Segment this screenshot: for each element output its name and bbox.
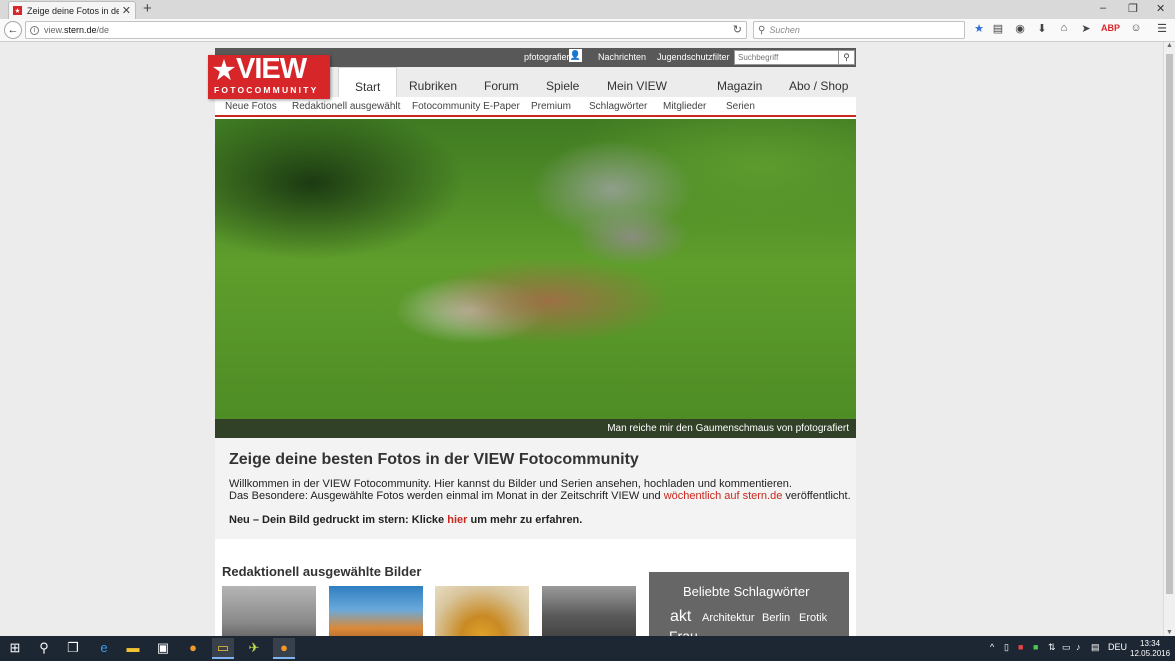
page-title: Zeige deine besten Fotos in der VIEW Fot…: [229, 451, 639, 468]
tag-cloud-title: Beliebte Schlagwörter: [683, 584, 810, 599]
taskbar: ⊞ ⚲ ❐ e ▬ ▣ ● ▭ ✈ ● ^ ▯ ■ ■ ⇅ ▭ ♪ ▤ DEU …: [0, 636, 1175, 661]
user-icon[interactable]: 👤: [569, 49, 582, 62]
browser-tab[interactable]: Zeige deine Fotos in der Vi... ✕: [8, 1, 136, 19]
tab-bar: Zeige deine Fotos in der Vi... ✕ + – ❐ ✕: [0, 0, 1175, 19]
tray-chevron-icon[interactable]: ^: [990, 642, 994, 652]
subnav-redaktionell[interactable]: Redaktionell ausgewählt: [292, 101, 400, 112]
bookmark-star-icon[interactable]: ★: [972, 22, 986, 35]
browser-search-input[interactable]: ⚲ Suchen: [753, 21, 965, 39]
nav-bar: ← i view.stern.de/de ↻ ⚲ Suchen ★ ▤ ◉ ⬇ …: [0, 19, 1175, 42]
folder-app-icon[interactable]: ▭: [212, 638, 234, 659]
account-icon[interactable]: ☺: [1129, 22, 1143, 34]
tag-frau[interactable]: Frau: [669, 628, 698, 636]
thumbnail-1[interactable]: [222, 586, 316, 636]
tag-cloud: Beliebte Schlagwörter akt Architektur Be…: [649, 572, 849, 636]
nav-abo-shop[interactable]: Abo / Shop: [789, 79, 848, 93]
send-icon[interactable]: ➤: [1079, 22, 1093, 35]
minimize-button[interactable]: –: [1100, 2, 1106, 14]
view-logo[interactable]: VIEW FOTOCOMMUNITY: [208, 53, 330, 99]
restore-button[interactable]: ❐: [1128, 2, 1138, 15]
status-icon[interactable]: ■: [1033, 642, 1038, 652]
info-icon[interactable]: i: [30, 25, 39, 35]
scroll-thumb[interactable]: [1166, 54, 1173, 594]
site-search: ⚲: [734, 50, 855, 65]
nav-rubriken[interactable]: Rubriken: [409, 79, 457, 93]
thumbnail-3[interactable]: [435, 586, 529, 636]
top-link-nachrichten[interactable]: Nachrichten: [598, 52, 646, 62]
tag-berlin[interactable]: Berlin: [762, 612, 790, 624]
url-bar[interactable]: i view.stern.de/de ↻: [25, 21, 747, 39]
tag-architektur[interactable]: Architektur: [702, 612, 755, 624]
home-icon[interactable]: ⌂: [1057, 22, 1071, 34]
volume-icon[interactable]: ♪: [1076, 642, 1081, 652]
adblock-icon[interactable]: ABP: [1101, 23, 1120, 33]
new-tab-button[interactable]: +: [143, 1, 152, 17]
nav-magazin[interactable]: Magazin: [717, 79, 762, 93]
subnav-schlagwoerter[interactable]: Schlagwörter: [589, 101, 647, 112]
notification-icon[interactable]: ▤: [1091, 642, 1100, 653]
app-launcher-icon[interactable]: ✈: [243, 640, 265, 656]
subnav-epaper[interactable]: Fotocommunity E-Paper: [412, 101, 520, 112]
stern-link[interactable]: wöchentlich auf stern.de: [664, 490, 783, 502]
top-link-jugendschutzfilter[interactable]: Jugendschutzfilter: [657, 52, 730, 62]
nav-forum[interactable]: Forum: [484, 79, 519, 93]
tag-erotik[interactable]: Erotik: [799, 612, 827, 624]
task-view-icon[interactable]: ❐: [62, 640, 84, 656]
thumbnail-2[interactable]: [329, 586, 423, 636]
scroll-up-icon[interactable]: ▲: [1166, 42, 1173, 49]
clock[interactable]: 13:34 12.05.2016: [1130, 639, 1170, 659]
page-viewport: pfotografiert 👤 Nachrichten Jugendschutz…: [0, 42, 1163, 636]
hero-image[interactable]: Man reiche mir den Gaumenschmaus von pfo…: [215, 119, 856, 438]
menu-icon[interactable]: ☰: [1155, 22, 1169, 35]
back-button[interactable]: ←: [4, 21, 22, 39]
intro-promo: Neu – Dein Bild gedruckt im stern: Klick…: [229, 514, 583, 526]
edge-icon[interactable]: e: [93, 640, 115, 655]
url-text: view.stern.de/de: [44, 25, 110, 35]
store-icon[interactable]: ▣: [152, 640, 174, 656]
tab-title: Zeige deine Fotos in der Vi...: [27, 5, 119, 16]
site-search-input[interactable]: [735, 51, 835, 64]
subnav-serien[interactable]: Serien: [726, 101, 755, 112]
subnav-neue-fotos[interactable]: Neue Fotos: [225, 101, 277, 112]
subnav-premium[interactable]: Premium: [531, 101, 571, 112]
section-title: Redaktionell ausgewählte Bilder: [222, 564, 422, 579]
thumbnail-4[interactable]: [542, 586, 636, 636]
intro-text-2: Das Besondere: Ausgewählte Fotos werden …: [229, 490, 851, 502]
firefox-icon[interactable]: ●: [182, 640, 204, 655]
pocket-icon[interactable]: ◉: [1013, 22, 1027, 35]
search-icon[interactable]: ⚲: [33, 640, 55, 656]
reading-list-icon[interactable]: ▤: [991, 22, 1005, 35]
file-explorer-icon[interactable]: ▬: [122, 640, 144, 655]
network-icon[interactable]: ⇅: [1048, 642, 1056, 653]
star-icon: [213, 59, 235, 81]
firefox-active-icon[interactable]: ●: [273, 638, 295, 659]
download-icon[interactable]: ⬇: [1035, 22, 1049, 35]
top-link-pfotografiert[interactable]: pfotografiert: [524, 52, 572, 62]
window-close-button[interactable]: ✕: [1156, 2, 1165, 15]
hero-caption[interactable]: Man reiche mir den Gaumenschmaus von pfo…: [607, 423, 849, 434]
site-container: pfotografiert 👤 Nachrichten Jugendschutz…: [208, 48, 856, 636]
usb-icon[interactable]: ▯: [1004, 642, 1009, 653]
security-icon[interactable]: ■: [1018, 642, 1023, 652]
close-icon[interactable]: ✕: [122, 4, 131, 17]
reload-icon[interactable]: ↻: [733, 23, 742, 36]
sub-nav: Neue Fotos Redaktionell ausgewählt Fotoc…: [215, 97, 856, 117]
favicon-icon: [13, 6, 22, 15]
nav-start[interactable]: Start: [338, 67, 398, 97]
windows-start-icon[interactable]: ⊞: [4, 640, 26, 656]
page-scrollbar[interactable]: ▲ ▼: [1163, 42, 1175, 636]
tag-akt[interactable]: akt: [670, 608, 691, 626]
nav-spiele[interactable]: Spiele: [546, 79, 579, 93]
hero-caption-bar: Man reiche mir den Gaumenschmaus von pfo…: [215, 419, 856, 438]
battery-icon[interactable]: ▭: [1062, 642, 1071, 653]
hier-link[interactable]: hier: [447, 514, 467, 526]
subnav-mitglieder[interactable]: Mitglieder: [663, 101, 706, 112]
scroll-down-icon[interactable]: ▼: [1166, 629, 1173, 636]
language-indicator[interactable]: DEU: [1108, 642, 1127, 652]
search-icon[interactable]: ⚲: [838, 51, 854, 64]
search-icon: ⚲: [758, 24, 766, 36]
intro-box: Zeige deine besten Fotos in der VIEW Fot…: [215, 438, 856, 539]
intro-text-1: Willkommen in der VIEW Fotocommunity. Hi…: [229, 478, 792, 490]
nav-mein-view[interactable]: Mein VIEW: [607, 79, 667, 93]
